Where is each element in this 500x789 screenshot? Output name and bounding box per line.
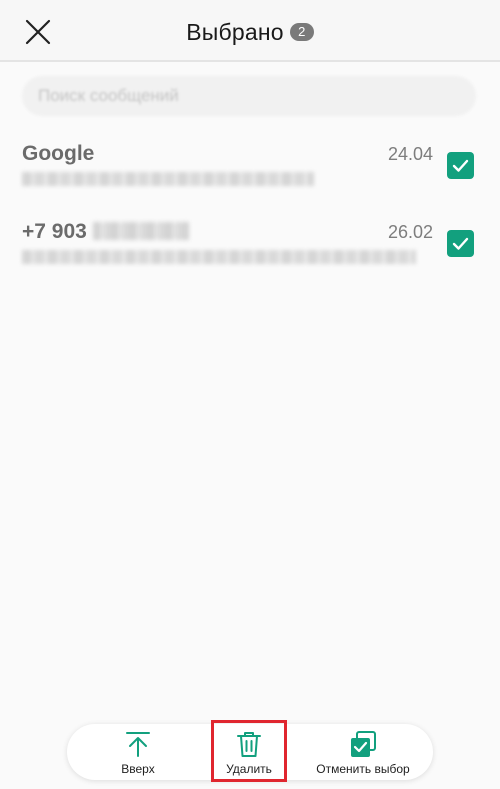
title-wrap: Выбрано 2 [0, 14, 500, 50]
screen: Выбрано 2 Google 24.04 +7 903 26.02 [0, 0, 500, 789]
tool-icon-wrap [349, 730, 377, 758]
message-date: 24.04 [387, 144, 433, 164]
message-date: 26.02 [387, 222, 433, 242]
tool-icon-wrap [235, 730, 263, 758]
move-up-button[interactable]: Вверх [105, 724, 171, 780]
selected-count-badge: 2 [289, 23, 314, 41]
message-preview-blurred [22, 172, 314, 186]
message-checkbox[interactable] [447, 152, 474, 179]
bottom-toolbar: Вверх Удалить Отменить выбор [67, 724, 433, 780]
sender-number-blurred [92, 222, 189, 240]
move-up-label: Вверх [121, 762, 155, 776]
unselect-button[interactable]: Отменить выбор [305, 724, 421, 780]
message-item[interactable]: Google 24.04 [0, 136, 500, 208]
tool-icon-wrap [124, 730, 152, 758]
message-sender: +7 903 [22, 220, 189, 244]
trash-icon [237, 732, 261, 757]
header: Выбрано 2 [0, 0, 500, 62]
delete-label: Удалить [226, 762, 272, 776]
page-title: Выбрано [186, 18, 284, 45]
deselect-all-icon [351, 731, 376, 757]
message-preview-blurred [22, 250, 416, 264]
message-sender: Google [22, 142, 95, 165]
check-icon [452, 237, 469, 250]
delete-button[interactable]: Удалить [213, 724, 285, 780]
arrow-up-to-top-icon [126, 732, 150, 757]
check-icon [452, 159, 469, 172]
search-input[interactable] [22, 76, 476, 116]
unselect-label: Отменить выбор [316, 762, 410, 776]
message-checkbox[interactable] [447, 230, 474, 257]
message-item[interactable]: +7 903 26.02 [0, 214, 500, 286]
